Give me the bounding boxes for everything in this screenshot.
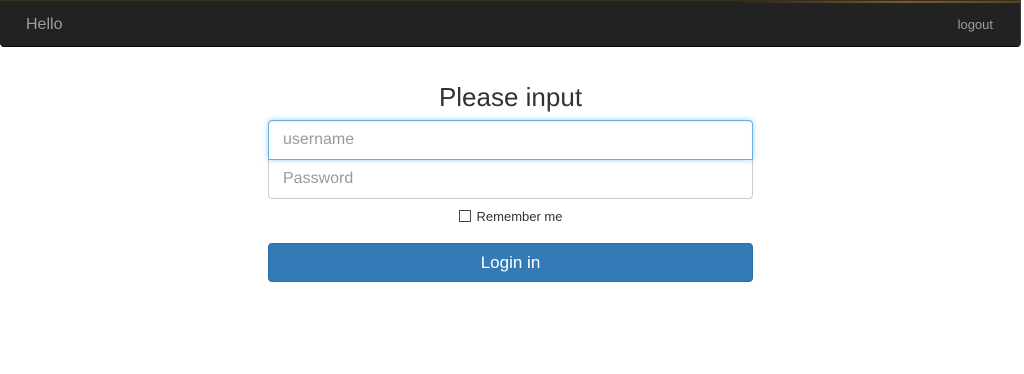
login-button[interactable]: Login in bbox=[268, 243, 753, 282]
page: Hello logout Please input Remember me Lo… bbox=[0, 0, 1024, 374]
remember-me-row: Remember me bbox=[268, 209, 753, 225]
username-input[interactable] bbox=[268, 120, 753, 160]
remember-me-label: Remember me bbox=[476, 209, 563, 224]
password-input[interactable] bbox=[268, 159, 753, 199]
logout-link[interactable]: logout bbox=[958, 17, 993, 33]
navbar: Hello logout bbox=[0, 0, 1021, 47]
navbar-brand-link[interactable]: Hello bbox=[26, 15, 62, 35]
form-heading: Please input bbox=[438, 82, 583, 112]
remember-me-checkbox[interactable] bbox=[458, 210, 471, 222]
login-form: Please input Remember me Login in bbox=[268, 82, 753, 282]
